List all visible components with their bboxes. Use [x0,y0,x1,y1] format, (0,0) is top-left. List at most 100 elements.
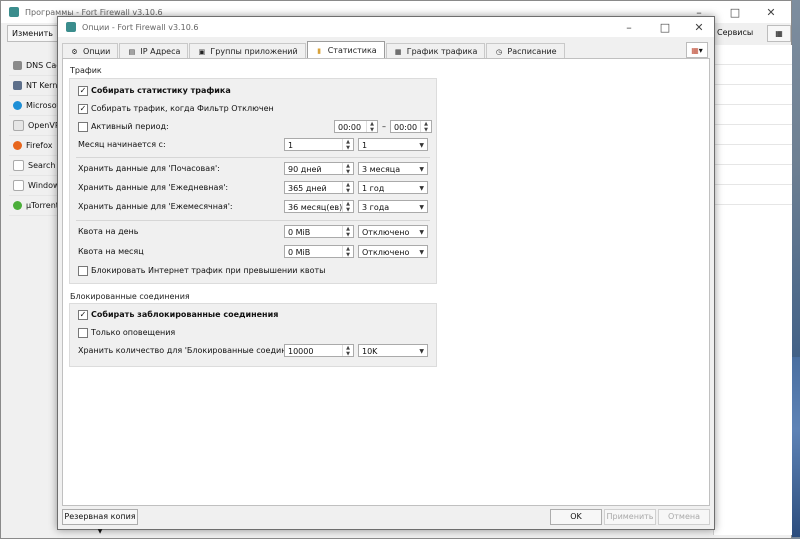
close-icon[interactable]: ✕ [682,17,716,37]
edit-button[interactable]: Изменить [7,25,58,42]
apply-button-label: Применить [606,512,654,521]
quota-month-combo-value: Отключено [362,248,410,257]
chart-icon: ▮ [317,46,322,55]
period-dash: – [382,122,386,131]
chevron-down-icon: ▼ [419,185,424,192]
period-to-input[interactable]: 00:00 ▲ ▼ [390,120,432,133]
backup-button[interactable]: Резервная копия ▼ [62,509,138,535]
minimize-icon[interactable]: – [612,17,646,37]
app-icon [13,160,24,171]
spin-arrows-icon[interactable]: ▲ ▼ [342,345,353,357]
keep-hourly-select[interactable]: 3 месяца ▼ [358,162,428,175]
spin-arrows-icon[interactable]: ▲ ▼ [342,163,353,175]
quota-month-label: Квота на месяц [78,247,144,256]
chevron-down-icon: ▼ [97,528,103,535]
fort-firewall-logo-icon [66,22,76,32]
statistics-panel: Трафик ✓ Собирать статистику трафика ✓ С… [62,58,710,506]
chevron-down-icon: ▼ [419,348,424,355]
close-icon[interactable]: ✕ [753,1,789,23]
tab-schedule[interactable]: ◷ Расписание [486,43,565,59]
app-icon [13,120,24,131]
tab-ip-addresses[interactable]: ▤ IP Адреса [119,43,189,59]
blocked-group: ✓ Собирать заблокированные соединения То… [69,303,437,367]
active-period-checkbox[interactable] [78,122,88,132]
firefox-icon [13,141,22,150]
keep-monthly-value: 36 месяц(ев) [288,203,343,212]
month-start-combo-value: 1 [362,141,368,150]
keep-monthly-select[interactable]: 3 года ▼ [358,200,428,213]
chevron-down-icon: ▼ [419,166,424,173]
keep-daily-value: 365 дней [288,184,327,193]
tab-label: IP Адреса [140,47,181,56]
keep-count-value: 10000 [288,347,314,356]
layout-menu-icon[interactable]: ▦ [767,25,791,42]
keep-daily-select[interactable]: 1 год ▼ [358,181,428,194]
dialog-button-bar: Резервная копия ▼ OK Применить Отмена [62,509,710,535]
keep-count-select[interactable]: 10K ▼ [358,344,428,357]
month-start-input[interactable]: 1 ▲ ▼ [284,138,354,151]
options-window-title: Опции - Fort Firewall v3.10.6 [82,22,199,32]
collect-blocked-label: Собирать заблокированные соединения [91,310,279,319]
spin-arrows-icon[interactable]: ▲ ▼ [366,121,377,133]
keep-hourly-input[interactable]: 90 дней ▲ ▼ [284,162,354,175]
layout-menu-icon[interactable]: ▦ ▾ [686,42,708,58]
spin-arrows-icon[interactable]: ▲ ▼ [342,201,353,213]
block-on-quota-label: Блокировать Интернет трафик при превышен… [91,266,326,275]
keep-daily-input[interactable]: 365 дней ▲ ▼ [284,181,354,194]
maximize-icon[interactable]: □ [717,1,753,23]
block-on-quota-checkbox[interactable] [78,266,88,276]
collect-filter-off-checkbox[interactable]: ✓ [78,104,88,114]
keep-count-input[interactable]: 10000 ▲ ▼ [284,344,354,357]
period-to-value: 00:00 [394,123,418,132]
maximize-icon[interactable]: □ [648,17,682,37]
keep-count-combo-value: 10K [362,347,378,356]
keep-monthly-input[interactable]: 36 месяц(ев) ▲ ▼ [284,200,354,213]
app-name: Firefox [26,141,53,150]
graph-icon: ▦ [394,47,402,56]
chevron-down-icon: ▼ [419,249,424,256]
services-button[interactable]: Сервисы [713,25,757,40]
clock-icon: ◷ [495,47,502,56]
tab-statistics[interactable]: ▮ Статистика [306,41,385,59]
collect-stats-checkbox[interactable]: ✓ [78,86,88,96]
fort-firewall-logo-icon [9,7,19,17]
ok-button[interactable]: OK [550,509,602,525]
spin-arrows-icon[interactable]: ▲ ▼ [342,226,353,238]
chevron-down-icon: ▼ [419,142,424,149]
quota-month-input[interactable]: 0 MiB ▲ ▼ [284,245,354,258]
only-notify-checkbox[interactable] [78,328,88,338]
spin-arrows-icon[interactable]: ▲ ▼ [342,246,353,258]
tab-traffic-graph[interactable]: ▦ График трафика [385,43,486,59]
edit-button-label: Изменить [12,29,53,38]
options-titlebar: Опции - Fort Firewall v3.10.6 – □ ✕ [58,17,714,37]
quota-month-select[interactable]: Отключено ▼ [358,245,428,258]
tab-app-groups[interactable]: ▣ Группы приложений [189,43,306,59]
keep-hourly-value: 90 дней [288,165,322,174]
quota-day-label: Квота на день [78,227,139,236]
spin-arrows-icon[interactable]: ▲ ▼ [420,121,431,133]
cancel-button-label: Отмена [667,512,701,521]
keep-monthly-combo-value: 3 года [362,203,390,212]
keep-count-label: Хранить количество для 'Блокированные со… [78,346,312,355]
tab-options[interactable]: ⚙ Опции [62,43,119,59]
tab-label: Опции [83,47,111,56]
keep-hourly-label: Хранить данные для 'Почасовая': [78,164,220,173]
period-from-input[interactable]: 00:00 ▲ ▼ [334,120,378,133]
collect-blocked-checkbox[interactable]: ✓ [78,310,88,320]
cancel-button[interactable]: Отмена [658,509,710,525]
keep-daily-combo-value: 1 год [362,184,385,193]
divider [76,220,430,221]
apply-button[interactable]: Применить [604,509,656,525]
app-name: µTorrent [26,201,59,210]
quota-day-select[interactable]: Отключено ▼ [358,225,428,238]
keep-monthly-label: Хранить данные для 'Ежемесячная': [78,202,233,211]
gear-icon: ⚙ [71,47,78,56]
divider [76,157,430,158]
edge-icon [13,101,22,110]
quota-day-input[interactable]: 0 MiB ▲ ▼ [284,225,354,238]
month-start-select[interactable]: 1 ▼ [358,138,428,151]
spin-arrows-icon[interactable]: ▲ ▼ [342,182,353,194]
spin-arrows-icon[interactable]: ▲ ▼ [342,139,353,151]
collect-stats-label: Собирать статистику трафика [91,86,231,95]
utorrent-icon [13,201,22,210]
